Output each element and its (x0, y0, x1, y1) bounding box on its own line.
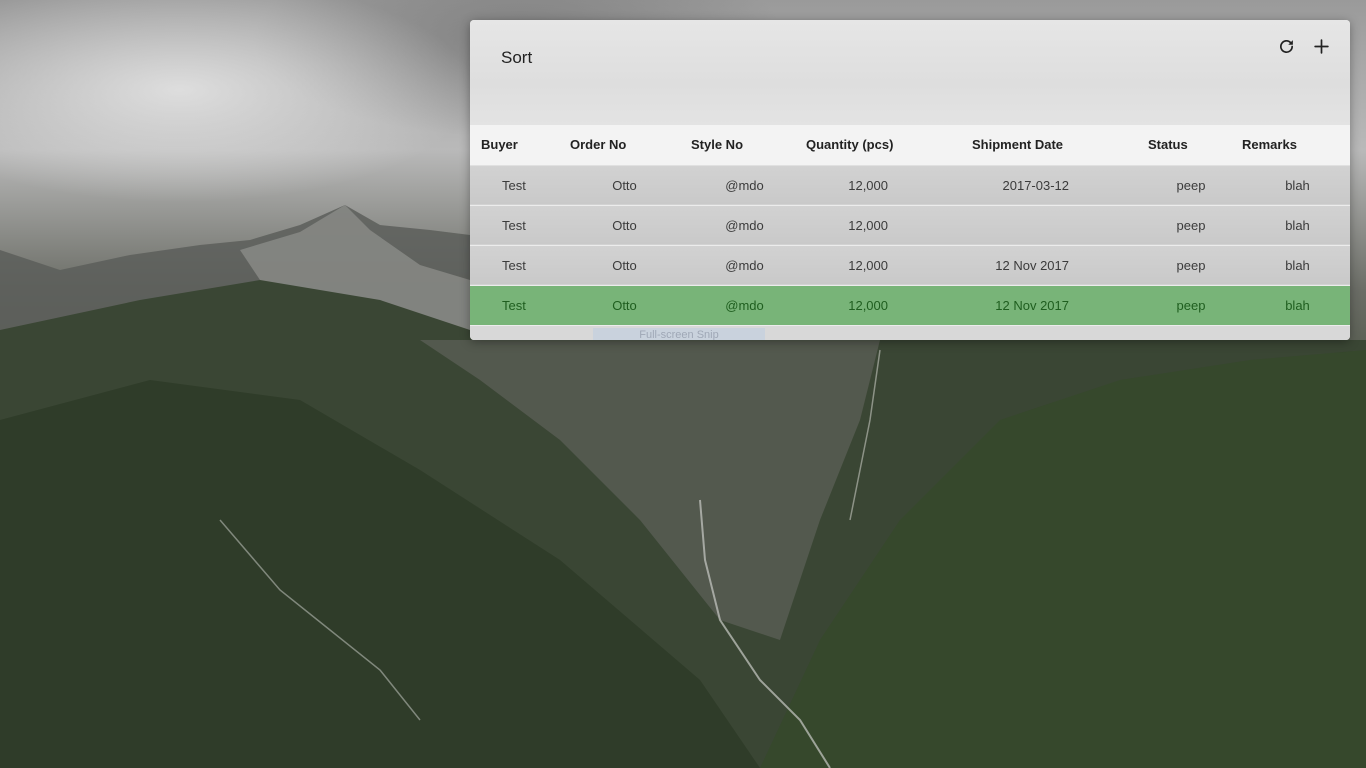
panel-header: Sort (470, 20, 1350, 125)
cell-style-no: @mdo (725, 217, 764, 233)
cell-style-no: @mdo (725, 297, 764, 313)
cell-buyer: Test (502, 217, 526, 233)
cell-shipment-date (961, 205, 1137, 245)
table-row-selected[interactable]: Test Otto @mdo 12,000 12 Nov 2017 peep b… (470, 285, 1350, 325)
plus-icon (1314, 39, 1329, 54)
table-header-row: Buyer Order No Style No Quantity (pcs) S… (470, 125, 1350, 166)
orders-table: Buyer Order No Style No Quantity (pcs) S… (470, 125, 1350, 326)
panel-title: Sort (501, 48, 533, 67)
column-header-quantity[interactable]: Quantity (pcs) (795, 125, 961, 166)
cell-remarks: blah (1285, 217, 1310, 233)
column-header-status[interactable]: Status (1137, 125, 1231, 166)
column-header-buyer[interactable]: Buyer (470, 125, 559, 166)
cell-shipment-date: 12 Nov 2017 (995, 297, 1069, 313)
cell-shipment-date: 12 Nov 2017 (995, 257, 1069, 273)
cell-quantity: 12,000 (848, 177, 888, 193)
cell-remarks: blah (1285, 177, 1310, 193)
snip-hint: Full-screen Snip (593, 327, 765, 340)
cell-order-no: Otto (612, 177, 637, 193)
cell-status: peep (1176, 177, 1206, 193)
cell-quantity: 12,000 (848, 297, 888, 313)
cell-order-no: Otto (612, 257, 637, 273)
cell-quantity: 12,000 (848, 217, 888, 233)
cell-buyer: Test (502, 177, 526, 193)
cell-shipment-date: 2017-03-12 (1002, 177, 1070, 193)
cell-quantity: 12,000 (848, 257, 888, 273)
sort-panel: Sort Buyer Order No Style No Quantity (p… (470, 20, 1350, 340)
cell-status: peep (1176, 257, 1206, 273)
add-button[interactable] (1311, 36, 1332, 57)
column-header-style-no[interactable]: Style No (680, 125, 795, 166)
table-row[interactable]: Test Otto @mdo 12,000 2017-03-12 peep bl… (470, 165, 1350, 205)
header-actions (1276, 36, 1332, 57)
column-header-remarks[interactable]: Remarks (1231, 125, 1350, 166)
cell-style-no: @mdo (725, 177, 764, 193)
refresh-button[interactable] (1276, 36, 1297, 57)
panel-footer: Full-screen Snip (470, 325, 1350, 340)
table-row[interactable]: Test Otto @mdo 12,000 peep blah (470, 205, 1350, 245)
column-header-order-no[interactable]: Order No (559, 125, 680, 166)
cell-order-no: Otto (612, 297, 637, 313)
cell-buyer: Test (502, 297, 526, 313)
cell-status: peep (1176, 217, 1206, 233)
cell-status: peep (1176, 297, 1206, 313)
table-row[interactable]: Test Otto @mdo 12,000 12 Nov 2017 peep b… (470, 245, 1350, 285)
cell-style-no: @mdo (725, 257, 764, 273)
column-header-shipment-date[interactable]: Shipment Date (961, 125, 1137, 166)
cell-remarks: blah (1285, 257, 1310, 273)
cell-buyer: Test (502, 257, 526, 273)
cell-order-no: Otto (612, 217, 637, 233)
refresh-icon (1279, 40, 1294, 53)
cell-remarks: blah (1285, 297, 1310, 313)
